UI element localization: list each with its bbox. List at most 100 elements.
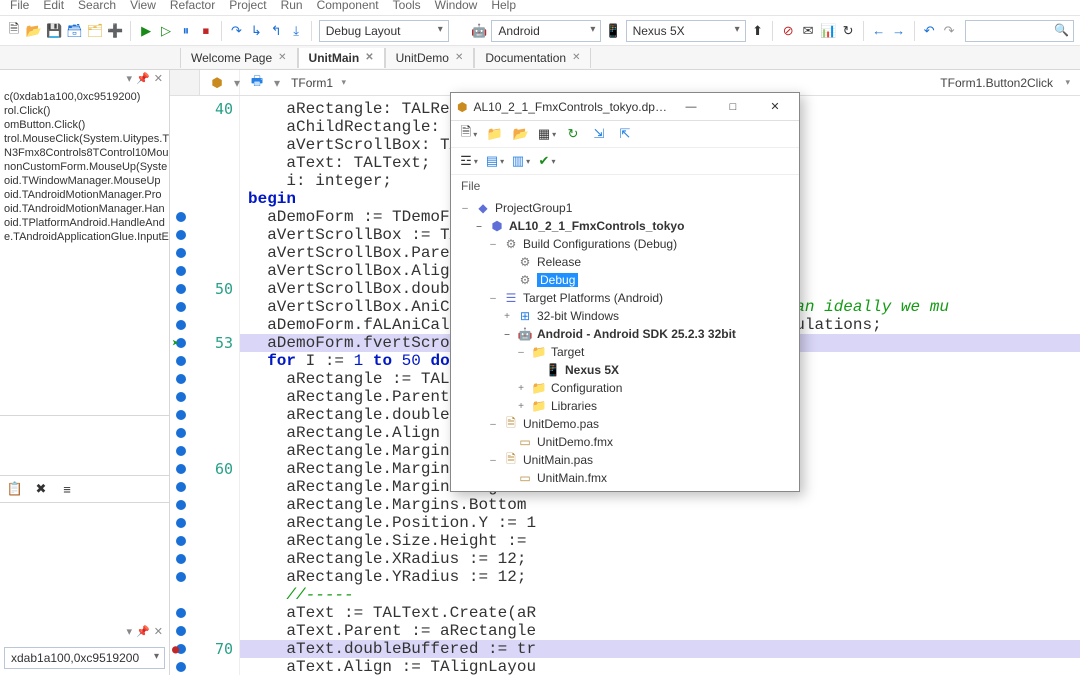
gutter-line[interactable] — [170, 622, 239, 640]
code-line[interactable]: aRectangle.YRadius := 12; — [240, 568, 1080, 586]
callstack-frame[interactable]: e.TAndroidApplicationGlue.InputE — [0, 230, 169, 244]
nav-toggle[interactable] — [170, 70, 200, 96]
gutter-line[interactable] — [170, 226, 239, 244]
crumb-class[interactable]: TForm1 — [286, 74, 350, 92]
platform-combo[interactable]: Android — [491, 20, 601, 42]
tree-node-unitmain-pas[interactable]: –🗎UnitMain.pas — [459, 451, 799, 469]
breakpoint-icon[interactable] — [176, 482, 186, 492]
tree-node-projectgroup1[interactable]: –◆ProjectGroup1 — [459, 199, 799, 217]
breakpoint-icon[interactable] — [176, 518, 186, 528]
sort-icon[interactable]: ▤ — [485, 152, 505, 170]
tab-close-icon[interactable]: ✕ — [278, 52, 286, 63]
tree-twisty-icon[interactable]: – — [487, 293, 499, 304]
menu-file[interactable]: File — [10, 0, 29, 12]
gutter-line[interactable] — [170, 568, 239, 586]
menu-window[interactable]: Window — [435, 0, 478, 12]
tree-node-unitdemo-fmx[interactable]: ▭UnitDemo.fmx — [459, 433, 799, 451]
breakpoint-icon[interactable] — [176, 626, 186, 636]
delete-icon[interactable]: ✖ — [30, 478, 52, 500]
close-icon[interactable]: ✕ — [154, 625, 163, 639]
tab-close-icon[interactable]: ✕ — [365, 52, 373, 63]
tab-close-icon[interactable]: ✕ — [455, 52, 463, 63]
code-line[interactable]: //----- — [240, 586, 1080, 604]
tab-unitmain[interactable]: UnitMain✕ — [298, 48, 385, 68]
nav-back-icon[interactable]: ← — [871, 20, 887, 42]
menu-help[interactable]: Help — [491, 0, 516, 12]
options-icon[interactable]: ✔ — [537, 152, 557, 170]
gutter-line[interactable] — [170, 190, 239, 208]
tab-unitdemo[interactable]: UnitDemo✕ — [385, 48, 475, 68]
cancel-icon[interactable]: ⊘ — [780, 20, 796, 42]
gutter-line[interactable] — [170, 352, 239, 370]
breakpoint-icon[interactable] — [176, 428, 186, 438]
class-icon[interactable]: ⬢ — [206, 72, 228, 94]
unit-icon[interactable]: 🖶 — [246, 72, 268, 94]
breakpoint-icon[interactable] — [176, 248, 186, 258]
sync-icon[interactable]: ↻ — [563, 125, 583, 143]
pin-icon[interactable]: 📌 — [136, 72, 150, 86]
search-input[interactable] — [965, 20, 1074, 42]
tree-node-unitmain-fmx[interactable]: ▭UnitMain.fmx — [459, 469, 799, 487]
gutter-line[interactable] — [170, 478, 239, 496]
minimize-button[interactable]: — — [673, 96, 709, 118]
gutter-line[interactable] — [170, 136, 239, 154]
chart-icon[interactable]: 📊 — [820, 20, 836, 42]
callstack-frame[interactable]: trol.MouseClick(System.Uitypes.T — [0, 132, 169, 146]
tree-node-al10-2-1-fmxcontrols-tokyo[interactable]: –⬢AL10_2_1_FmxControls_tokyo — [459, 217, 799, 235]
pause-icon[interactable]: ⏸ — [178, 20, 194, 42]
deploy-icon[interactable]: ⬆ — [750, 20, 766, 42]
breakpoint-icon[interactable] — [176, 572, 186, 582]
breakpoint-icon[interactable] — [176, 410, 186, 420]
callstack-frame[interactable]: oid.TWindowManager.MouseUp — [0, 174, 169, 188]
breakpoint-icon[interactable] — [176, 500, 186, 510]
tree-node-configuration[interactable]: +📁Configuration — [459, 379, 799, 397]
breakpoint-icon[interactable] — [176, 356, 186, 366]
tree-node-32-bit-windows[interactable]: +⊞32-bit Windows — [459, 307, 799, 325]
gutter-line[interactable] — [170, 604, 239, 622]
gutter-line[interactable] — [170, 658, 239, 675]
tree-twisty-icon[interactable]: – — [487, 239, 499, 250]
breakpoint-icon[interactable] — [176, 284, 186, 294]
callstack-frame[interactable]: oid.TPlatformAndroid.HandleAnd — [0, 216, 169, 230]
expand-icon[interactable]: ⇲ — [589, 125, 609, 143]
copy-icon[interactable]: 📋 — [4, 478, 26, 500]
gutter-line[interactable] — [170, 442, 239, 460]
callstack-frame[interactable]: N3Fmx8Controls8TControl10Mou — [0, 146, 169, 160]
menu-tools[interactable]: Tools — [393, 0, 421, 12]
gutter-line[interactable] — [170, 532, 239, 550]
close-button[interactable]: ✕ — [757, 96, 793, 118]
new-icon[interactable]: 🗎 — [459, 125, 479, 143]
menu-component[interactable]: Component — [317, 0, 379, 12]
list-icon[interactable]: ≡ — [56, 478, 78, 500]
breakpoint-icon[interactable] — [176, 302, 186, 312]
gutter-line[interactable]: 60 — [170, 460, 239, 478]
gutter-line[interactable] — [170, 208, 239, 226]
breakpoint-icon[interactable] — [176, 608, 186, 618]
tree-twisty-icon[interactable]: – — [487, 455, 499, 466]
tree-node-target[interactable]: –📁Target — [459, 343, 799, 361]
menu-run[interactable]: Run — [281, 0, 303, 12]
gutter-line[interactable] — [170, 388, 239, 406]
tree-twisty-icon[interactable]: + — [515, 401, 527, 412]
refresh-icon[interactable]: ↻ — [840, 20, 856, 42]
breakpoint-icon[interactable] — [176, 212, 186, 222]
code-line[interactable]: aRectangle.XRadius := 12; — [240, 550, 1080, 568]
crumb-method[interactable]: TForm1.Button2Click — [935, 74, 1074, 92]
tree-node-build-configurations-debug-[interactable]: –⚙Build Configurations (Debug) — [459, 235, 799, 253]
device-combo[interactable]: Nexus 5X — [626, 20, 746, 42]
undo-icon[interactable]: ↶ — [921, 20, 937, 42]
code-line[interactable]: aText.doubleBuffered := tr — [240, 640, 1080, 658]
code-line[interactable]: aText.Parent := aRectangle — [240, 622, 1080, 640]
gutter-line[interactable] — [170, 244, 239, 262]
stop-icon[interactable]: ⏹ — [198, 20, 214, 42]
menu-search[interactable]: Search — [78, 0, 116, 12]
breakpoint-icon[interactable] — [176, 446, 186, 456]
project-manager-titlebar[interactable]: ⬢ AL10_2_1_FmxControls_tokyo.dproj ... —… — [451, 93, 799, 121]
tree-twisty-icon[interactable]: – — [487, 419, 499, 430]
gutter-line[interactable] — [170, 370, 239, 388]
redo-icon[interactable]: ↷ — [941, 20, 957, 42]
list-style-icon[interactable]: ☲ — [459, 152, 479, 170]
filter-icon[interactable]: ▥ — [511, 152, 531, 170]
dropdown-icon[interactable]: ▾ — [127, 625, 133, 639]
gutter-line[interactable] — [170, 262, 239, 280]
